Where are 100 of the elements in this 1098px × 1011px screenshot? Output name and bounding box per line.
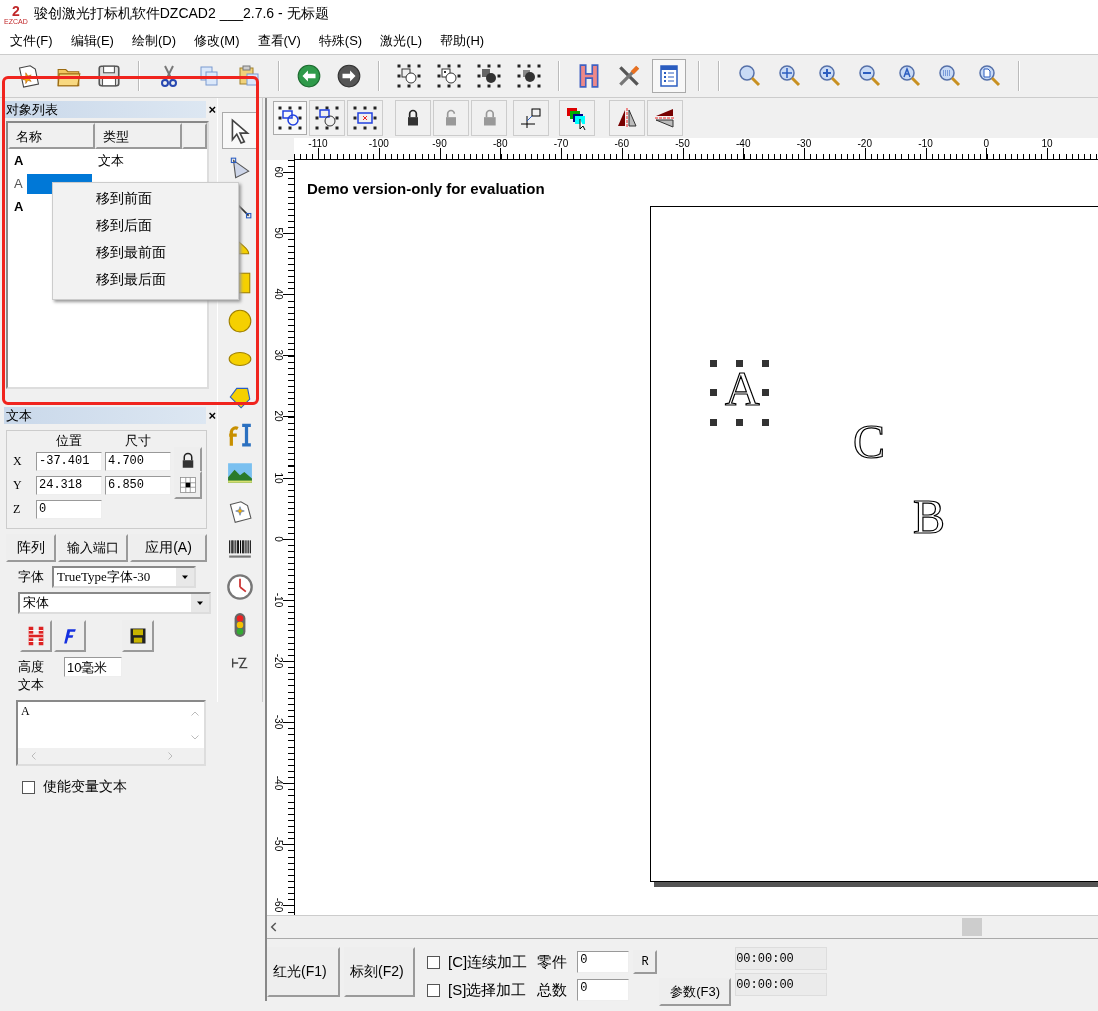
menu-item[interactable]: 特殊(S) <box>312 30 369 52</box>
parameters-button[interactable]: 参数(F3) <box>659 978 732 1006</box>
scroll-thumb[interactable] <box>962 918 982 936</box>
context-menu-item[interactable]: 移到前面 <box>53 187 238 209</box>
menu-item[interactable]: 查看(V) <box>251 30 307 52</box>
new-file-icon[interactable] <box>16 63 42 89</box>
column-header[interactable]: 类型 <box>95 123 182 149</box>
menu-item[interactable]: 修改(M) <box>188 30 246 52</box>
filled-shapes-nodes-icon[interactable] <box>517 64 541 88</box>
mirror-vertical-icon[interactable] <box>653 106 677 130</box>
column-header[interactable]: 名称 <box>8 123 95 149</box>
menu-item[interactable]: 编辑(E) <box>64 30 120 52</box>
ruler-label: -30 <box>796 138 812 149</box>
ruler-label: -110 <box>308 138 328 149</box>
reset-button[interactable]: R <box>633 950 658 974</box>
menu-item[interactable]: 文件(F) <box>4 30 59 52</box>
object-name[interactable]: A <box>14 153 24 168</box>
ruler-label: -50 <box>272 835 284 854</box>
mirror-horizontal-icon[interactable] <box>615 106 639 130</box>
ruler-label: -70 <box>553 138 569 149</box>
delete-select-icon[interactable] <box>353 106 377 130</box>
scrollbar-corner <box>186 748 204 764</box>
text-object[interactable]: B <box>913 493 945 541</box>
counter-label: 总数 <box>537 980 568 1000</box>
rotate-select-icon[interactable] <box>315 106 339 130</box>
ruler-label: -30 <box>272 713 284 732</box>
square-circle-nodes-icon[interactable] <box>397 64 421 88</box>
grid-center-icon[interactable] <box>179 476 197 494</box>
checkbox[interactable] <box>22 780 35 794</box>
ruler-label: 10 <box>272 470 284 486</box>
selection-handles[interactable] <box>710 360 770 426</box>
ruler-label: -20 <box>857 138 872 149</box>
menu-item[interactable]: 激光(L) <box>374 30 429 52</box>
panel-title: 对象列表 <box>6 100 58 119</box>
demo-notice: Demo version-only for evaluation <box>307 180 545 197</box>
array-button[interactable]: 阵列 <box>6 534 56 562</box>
counter-label: 零件 <box>537 952 568 972</box>
ruler-label: 20 <box>272 409 284 424</box>
panel-title: 文本 <box>6 406 32 425</box>
size-field[interactable]: 6.850 <box>105 475 171 495</box>
text-tool-icon[interactable] <box>227 421 253 448</box>
menu-item[interactable]: 帮助(H) <box>434 30 491 52</box>
window-title: 骏创激光打标机软件DZCAD2 ___2.7.6 - 无标题 <box>33 5 329 23</box>
magnifier-icon[interactable] <box>737 64 761 88</box>
menu-item[interactable]: 绘制(D) <box>125 30 182 52</box>
move-origin-icon[interactable] <box>519 106 543 130</box>
ruler-label: 60 <box>272 165 284 180</box>
checkbox[interactable] <box>427 983 440 997</box>
position-field[interactable]: -37.401 <box>36 451 102 471</box>
height-field[interactable]: 10毫米 <box>64 657 122 677</box>
zoom-out-icon[interactable] <box>857 64 881 88</box>
zoom-pan-icon[interactable] <box>777 64 801 88</box>
context-menu-item[interactable]: 移到最前面 <box>53 241 238 263</box>
paste-icon[interactable] <box>237 64 261 88</box>
context-menu-item[interactable]: 移到最后面 <box>53 268 238 290</box>
close-button[interactable]: × <box>208 408 216 423</box>
object-type: 文本 <box>97 151 124 170</box>
wrench-screwdriver-icon[interactable] <box>616 63 642 89</box>
zoom-grid-icon[interactable] <box>937 64 961 88</box>
column-label: 尺寸 <box>124 432 152 450</box>
font-name-dropdown[interactable]: 宋体 <box>18 592 211 614</box>
apply-button[interactable]: 应用(A) <box>130 534 207 562</box>
text-object[interactable]: A <box>725 365 760 413</box>
size-field[interactable]: 4.700 <box>105 451 171 471</box>
checkbox[interactable] <box>427 955 440 969</box>
object-name[interactable]: A <box>14 176 23 191</box>
input-port-button[interactable]: 输入端口 <box>58 534 128 562</box>
horizontal-scrollbar[interactable] <box>267 915 1098 938</box>
circle-icon[interactable] <box>227 307 253 334</box>
zoom-letter-icon[interactable] <box>897 64 921 88</box>
ruler-label: 0 <box>983 138 990 149</box>
object-name[interactable]: A <box>14 199 24 214</box>
counter-field[interactable]: 0 <box>577 951 630 973</box>
ruler-label: -50 <box>675 138 690 149</box>
close-button[interactable]: × <box>208 102 216 117</box>
position-field[interactable]: 0 <box>36 499 102 519</box>
clock-icon[interactable] <box>226 572 254 601</box>
ruler-label: 50 <box>272 226 284 241</box>
checkbox-label: [C]连续加工 <box>448 952 528 972</box>
ruler-label: -10 <box>918 138 933 149</box>
zoom-page-icon[interactable] <box>977 64 1001 88</box>
font-type-dropdown[interactable]: TrueType字体-30 <box>52 566 196 588</box>
anchor-button[interactable] <box>174 471 202 499</box>
copy-icon[interactable] <box>197 64 221 88</box>
filled-shapes-nodes-icon[interactable] <box>477 64 501 88</box>
counter-field[interactable]: 0 <box>577 979 630 1001</box>
height-label: 高度 <box>18 658 44 676</box>
ruler-label: -60 <box>614 138 629 149</box>
ruler-label: -40 <box>272 774 284 793</box>
zoom-in-icon[interactable] <box>817 64 841 88</box>
text-label: 文本 <box>18 677 44 692</box>
preview-light-button[interactable]: 红光(F1) <box>267 947 340 997</box>
context-menu-item[interactable]: 移到后面 <box>53 214 238 236</box>
square-circle-nodes-icon[interactable] <box>437 64 461 88</box>
ruler-label: -60 <box>272 896 284 915</box>
text-object[interactable]: C <box>853 418 885 466</box>
font-button[interactable] <box>54 620 86 652</box>
mark-button[interactable]: 标刻(F2) <box>344 947 415 997</box>
position-field[interactable]: 24.318 <box>36 475 102 495</box>
timer-display: 00:00:00 <box>735 973 828 996</box>
